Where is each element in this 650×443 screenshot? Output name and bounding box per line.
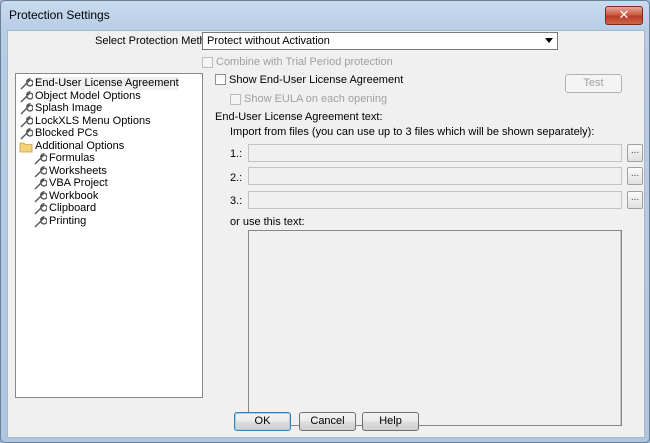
file-1-input[interactable] [248, 144, 622, 162]
tree-item-printing[interactable]: Printing [33, 215, 86, 228]
eula-each-opening-checkbox[interactable] [230, 94, 241, 105]
import-files-label: Import from files (you can use up to 3 f… [230, 126, 595, 138]
protection-method-value: Protect without Activation [207, 35, 330, 47]
ok-button[interactable]: OK [234, 412, 291, 431]
options-tree[interactable]: End-User License Agreement Object Model … [15, 73, 203, 398]
show-eula-label: Show End-User License Agreement [229, 74, 404, 86]
wrench-icon [33, 152, 48, 165]
title-bar[interactable]: Protection Settings ✕ [1, 1, 649, 29]
file-1-browse-button[interactable]: ... [627, 144, 643, 162]
dialog-body: Select Protection Method: Protect withou… [7, 30, 645, 438]
use-text-label: or use this text: [230, 216, 305, 228]
test-button[interactable]: Test [565, 74, 622, 93]
file-2-browse-button[interactable]: ... [627, 167, 643, 185]
eula-textarea[interactable] [248, 230, 622, 426]
file-3-input[interactable] [248, 191, 622, 209]
file-1-label: 1.: [230, 148, 243, 160]
cancel-button[interactable]: Cancel [299, 412, 356, 431]
tree-item-eula[interactable]: End-User License Agreement [19, 77, 179, 90]
tree-item-formulas[interactable]: Formulas [33, 152, 95, 165]
trial-period-checkbox[interactable] [202, 57, 213, 68]
file-2-input[interactable] [248, 167, 622, 185]
protection-settings-window: Protection Settings ✕ Select Protection … [0, 0, 650, 443]
wrench-icon [19, 77, 34, 90]
tree-item-blocked-pcs[interactable]: Blocked PCs [19, 127, 98, 140]
file-3-label: 3.: [230, 195, 243, 207]
eula-each-opening-label: Show EULA on each opening [244, 93, 388, 105]
file-3-browse-button[interactable]: ... [627, 191, 643, 209]
folder-icon [19, 140, 33, 153]
textarea-scrollbar[interactable] [620, 231, 621, 425]
wrench-icon [33, 202, 48, 215]
tree-item-vba-project[interactable]: VBA Project [33, 177, 108, 190]
tree-item-clipboard[interactable]: Clipboard [33, 202, 96, 215]
wrench-icon [19, 102, 34, 115]
show-eula-checkbox[interactable] [215, 74, 226, 85]
window-title: Protection Settings [9, 8, 110, 22]
chevron-down-icon [545, 38, 553, 43]
trial-period-label: Combine with Trial Period protection [216, 56, 393, 68]
eula-text-label: End-User License Agreement text: [215, 111, 383, 123]
wrench-icon [19, 127, 34, 140]
wrench-icon [33, 215, 48, 228]
tree-item-splash-image[interactable]: Splash Image [19, 102, 102, 115]
help-button[interactable]: Help [362, 412, 419, 431]
close-button[interactable]: ✕ [605, 6, 643, 25]
file-2-label: 2.: [230, 172, 243, 184]
wrench-icon [33, 177, 48, 190]
protection-method-select[interactable]: Protect without Activation [202, 32, 558, 50]
